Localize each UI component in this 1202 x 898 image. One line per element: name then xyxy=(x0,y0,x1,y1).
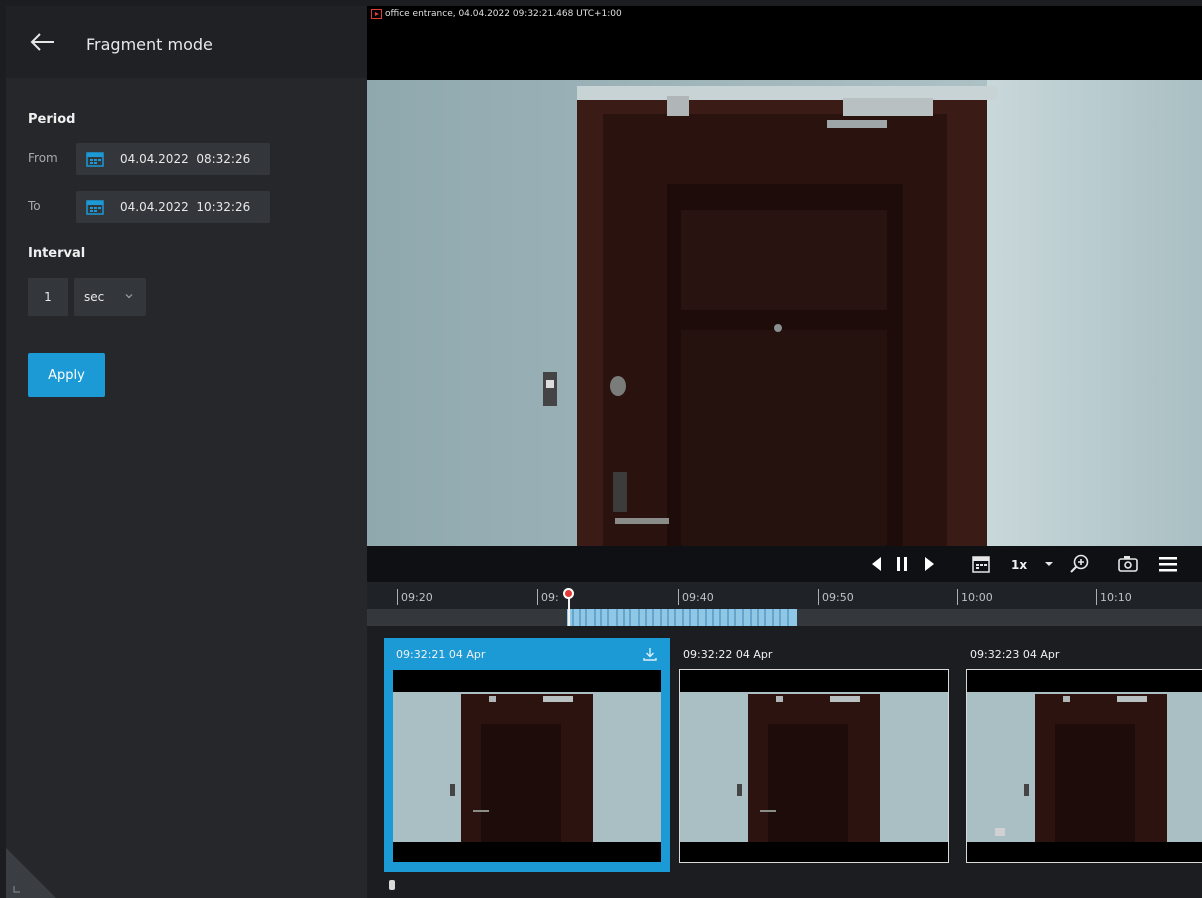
fragment-settings-panel: Fragment mode Period From 04.04.2022 08:… xyxy=(6,6,367,898)
thumbnail-card[interactable]: 09:32:23 04 Apr xyxy=(958,638,1202,872)
zoom-in-icon[interactable] xyxy=(1069,554,1091,574)
to-label: To xyxy=(28,199,41,213)
recording-icon xyxy=(371,9,382,19)
thumbnail-image xyxy=(679,669,949,863)
timeline-tick-label: 09:20 xyxy=(401,591,433,604)
timeline-tick-label: 10:10 xyxy=(1100,591,1132,604)
camera-frame xyxy=(367,80,1202,546)
interval-value-input[interactable] xyxy=(28,278,68,316)
interval-label: Interval xyxy=(28,246,86,261)
timeline-tick-label: 09:40 xyxy=(682,591,714,604)
timeline-tick xyxy=(397,589,398,605)
timeline-tick xyxy=(1096,589,1097,605)
from-label: From xyxy=(28,151,58,165)
thumbnail-image xyxy=(966,669,1202,863)
timeline-tick-label: 10:00 xyxy=(961,591,993,604)
thumbnails-scroll-handle[interactable] xyxy=(389,880,395,890)
to-date-value: 04.04.2022 10:32:26 xyxy=(120,200,251,214)
period-label: Period xyxy=(28,112,76,127)
video-player[interactable]: office entrance, 04.04.2022 09:32:21.468… xyxy=(367,6,1202,626)
recorded-fragments xyxy=(567,609,797,626)
timeline-track[interactable] xyxy=(367,609,1202,626)
apply-button[interactable]: Apply xyxy=(28,353,105,397)
playback-controls: 1x xyxy=(367,546,1202,582)
calendar-icon[interactable] xyxy=(971,554,991,574)
timeline-tick-label: 09: xyxy=(541,591,559,604)
step-back-icon[interactable] xyxy=(869,554,883,574)
timeline-tick-label: 09:50 xyxy=(822,591,854,604)
panel-title: Fragment mode xyxy=(86,35,213,54)
timeline-tick xyxy=(818,589,819,605)
thumbnail-timestamp: 09:32:23 04 Apr xyxy=(970,648,1060,661)
from-date-value: 04.04.2022 08:32:26 xyxy=(120,152,251,166)
timeline-tick xyxy=(678,589,679,605)
to-date-field[interactable]: 04.04.2022 10:32:26 xyxy=(76,191,270,223)
download-icon[interactable] xyxy=(642,646,658,662)
interval-unit-select[interactable]: sec xyxy=(74,278,146,316)
thumbnail-image xyxy=(392,669,662,863)
from-date-field[interactable]: 04.04.2022 08:32:26 xyxy=(76,143,270,175)
panel-header: Fragment mode xyxy=(6,6,367,78)
timeline-tick xyxy=(957,589,958,605)
speed-dropdown-icon[interactable] xyxy=(1043,554,1055,574)
playhead-handle[interactable] xyxy=(563,588,574,599)
thumbnail-timestamp: 09:32:21 04 Apr xyxy=(396,648,486,661)
fragment-thumbnails: 09:32:21 04 Apr 09:32:22 04 Apr 09:32:23… xyxy=(367,626,1202,898)
thumbnail-card[interactable]: 09:32:21 04 Apr xyxy=(384,638,670,872)
calendar-icon xyxy=(86,200,104,215)
back-arrow-icon[interactable] xyxy=(28,30,56,54)
interval-unit-value: sec xyxy=(84,290,105,304)
pause-icon[interactable] xyxy=(895,554,909,574)
resize-corner-icon[interactable] xyxy=(6,848,56,898)
timeline-tick xyxy=(537,589,538,605)
menu-icon[interactable] xyxy=(1157,554,1179,574)
camera-caption: office entrance, 04.04.2022 09:32:21.468… xyxy=(385,9,622,19)
thumbnail-timestamp: 09:32:22 04 Apr xyxy=(683,648,773,661)
chevron-down-icon xyxy=(125,294,133,299)
timeline[interactable]: 09:20 09: 09:40 09:50 10:00 10:10 xyxy=(367,582,1202,626)
step-forward-icon[interactable] xyxy=(923,554,937,574)
playback-speed[interactable]: 1x xyxy=(1011,558,1027,572)
calendar-icon xyxy=(86,152,104,167)
snapshot-icon[interactable] xyxy=(1117,554,1139,574)
thumbnail-card[interactable]: 09:32:22 04 Apr xyxy=(671,638,957,872)
